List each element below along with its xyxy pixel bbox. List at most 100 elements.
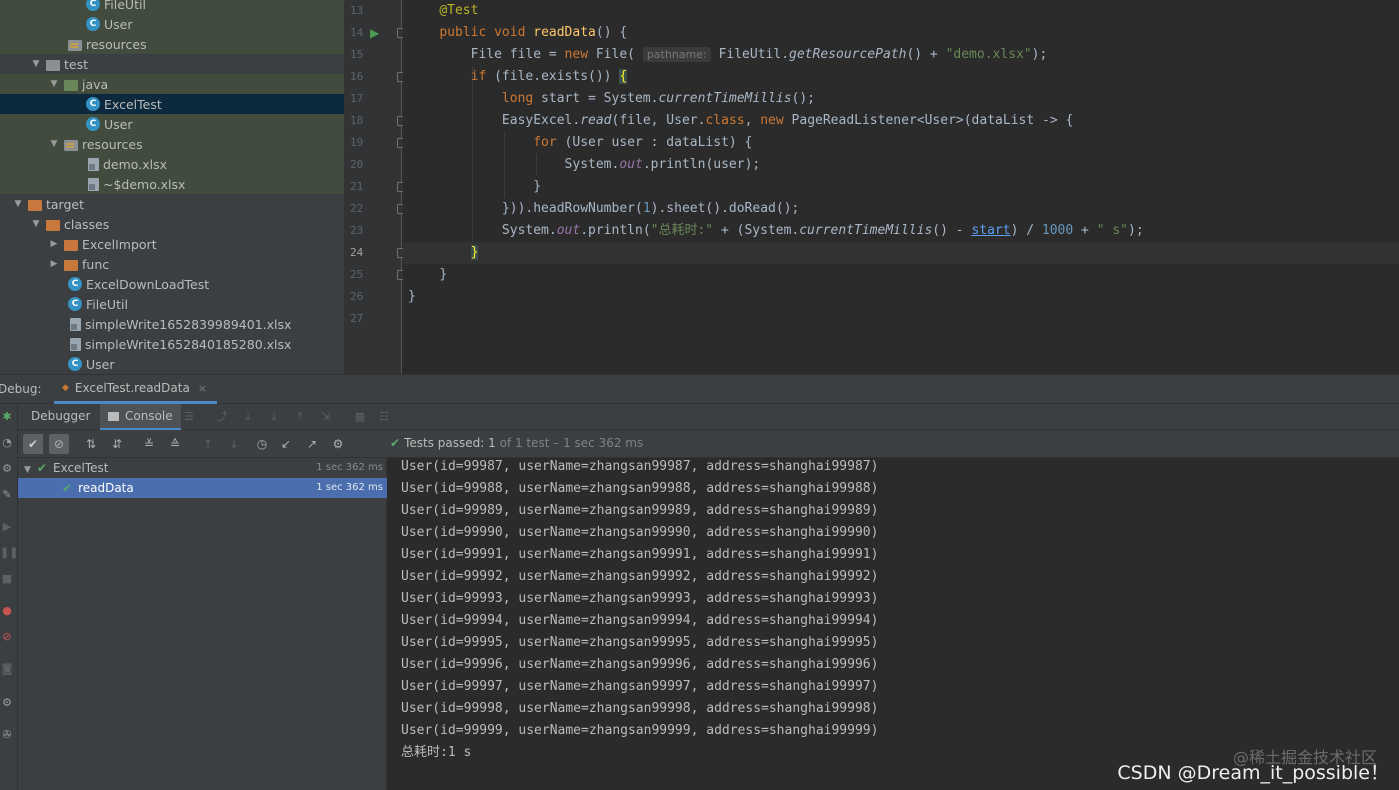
console-line: User(id=99990, userName=zhangsan99990, a… [401,525,879,540]
file-icon [70,317,81,331]
restart-icon[interactable]: ◔ [0,436,14,450]
chevron-down-icon[interactable]: ▼ [48,139,60,149]
settings-gear-icon[interactable]: ⚙ [328,434,348,454]
tree-item-classes[interactable]: ▼ classes [0,214,344,234]
show-ignored-toggle[interactable]: ⊘ [49,434,69,454]
tree-item-test-resources[interactable]: ▼ resources [0,134,344,154]
step-over-icon[interactable]: ⤓ [240,409,256,425]
show-execution-point-icon[interactable]: ⤴ [214,409,230,425]
close-icon[interactable]: × [198,382,207,395]
tree-item-label: resources [86,36,147,52]
tree-item-label: simpleWrite1652839989401.xlsx [85,316,292,332]
tree-item-user-target[interactable]: C User [0,354,344,374]
tree-item-demo-xlsx[interactable]: demo.xlsx [0,154,344,174]
view-breakpoints-icon[interactable]: ● [0,604,14,618]
import-tests-icon[interactable]: ↙ [276,434,296,454]
line-number: 17 [350,92,364,105]
test-node-readdata[interactable]: ✔ readData 1 sec 362 ms [18,478,387,498]
pin-icon[interactable]: ✇ [0,728,14,742]
chevron-down-icon[interactable]: ▼ [30,59,42,69]
tree-item-exceldownloadtest[interactable]: C ExcelDownLoadTest [0,274,344,294]
step-into-icon[interactable]: ⤓ [266,409,282,425]
tab-debug-session[interactable]: ◆ ExcelTest.readData × [54,375,218,404]
tree-item-target[interactable]: ▼ target [0,194,344,214]
wrench-icon[interactable]: ✎ [0,488,14,502]
tree-item-simplewrite-1[interactable]: simpleWrite1652839989401.xlsx [0,314,344,334]
code-line-22: })).headRowNumber(1).sheet().doRead(); [501,201,800,216]
folder-icon [64,239,78,251]
tree-item-java[interactable]: ▼ java [0,74,344,94]
settings-icon[interactable]: ⚙ [0,462,14,476]
resources-folder-icon [68,39,82,51]
mute-breakpoints-icon[interactable]: ⊘ [0,630,14,644]
collapse-all-icon[interactable]: ≙ [165,434,185,454]
tree-item-test[interactable]: ▼ test [0,54,344,74]
sort-alphabetically-icon[interactable]: ⇅ [81,434,101,454]
debug-label: Debug: [0,382,42,396]
tree-item-label: simpleWrite1652840185280.xlsx [85,336,292,352]
test-node-exceltest[interactable]: ▼ ✔ ExcelTest 1 sec 362 ms [18,458,387,478]
tree-item-fileutil-target[interactable]: C FileUtil [0,294,344,314]
tree-item-func[interactable]: ▶ func [0,254,344,274]
console-output[interactable]: User(id=99987, userName=zhangsan99987, a… [388,458,1399,790]
stop-icon[interactable]: ■ [0,572,14,586]
tree-item-simplewrite-2[interactable]: simpleWrite1652840185280.xlsx [0,334,344,354]
code-editor[interactable]: @Test public void readData() { File file… [403,0,1399,374]
chevron-down-icon[interactable]: ▼ [48,79,60,89]
pause-icon[interactable]: ❚❚ [0,546,18,560]
tree-item-fileutil[interactable]: C FileUtil [0,0,344,14]
file-icon [88,177,99,191]
code-line-13: @Test [439,3,479,18]
tree-item-label: User [104,116,133,132]
class-icon: C [68,277,82,291]
run-config-icon: ◆ [62,383,69,393]
debugger-console-tabs: Debugger Console ☰ ⤴ ⤓ ⤓ ⤒ ⇲ ▦ ☷ [18,404,1399,430]
expand-all-icon[interactable]: ≚ [139,434,159,454]
tree-item-label: test [64,56,89,72]
chevron-down-icon[interactable]: ▼ [12,199,24,209]
sort-by-duration-icon[interactable]: ⇵ [107,434,127,454]
tree-item-resources[interactable]: resources [0,34,344,54]
tree-item-excelimport[interactable]: ▶ ExcelImport [0,234,344,254]
current-line-highlight [403,242,1399,264]
folder-icon [46,219,60,231]
menu-icon[interactable]: ☰ [181,409,197,425]
test-history-icon[interactable]: ◷ [252,434,272,454]
next-failed-icon[interactable]: ↓ [224,434,244,454]
file-icon [88,157,99,171]
code-line-25: } [439,267,448,282]
chevron-down-icon[interactable]: ▼ [24,465,31,475]
tab-console[interactable]: Console [100,404,181,430]
run-to-cursor-icon[interactable]: ⇲ [318,409,334,425]
tests-passed-status: ✔ Tests passed: 1 of 1 test – 1 sec 362 m… [390,436,644,450]
tree-item-label: func [82,256,110,272]
export-tests-icon[interactable]: ↗ [302,434,322,454]
tree-item-exceltest[interactable]: C ExcelTest [0,94,344,114]
chevron-right-icon[interactable]: ▶ [48,239,60,249]
gear-icon[interactable]: ⚙ [0,696,14,710]
show-passed-toggle[interactable]: ✔ [23,434,43,454]
chevron-right-icon[interactable]: ▶ [48,259,60,269]
chevron-down-icon[interactable]: ▼ [30,219,42,229]
class-icon: C [86,17,100,31]
console-line: User(id=99999, userName=zhangsan99999, a… [401,723,879,738]
tree-item-temp-demo-xlsx[interactable]: ~$demo.xlsx [0,174,344,194]
tree-item-user-test[interactable]: C User [0,114,344,134]
tree-item-label: ExcelDownLoadTest [86,276,210,292]
previous-failed-icon[interactable]: ↑ [198,434,218,454]
code-line-20: System.out.println(user); [564,157,761,172]
tree-item-label: classes [64,216,110,232]
evaluate-icon[interactable]: ▦ [352,409,368,425]
run-test-icon[interactable]: ▶ [370,26,384,40]
trace-icon[interactable]: ☷ [376,409,392,425]
line-number: 26 [350,290,364,303]
resume-icon[interactable]: ▶ [0,520,14,534]
tab-debugger[interactable]: Debugger [23,404,98,430]
console-line: User(id=99987, userName=zhangsan99987, a… [401,459,879,474]
tree-item-user[interactable]: C User [0,14,344,34]
camera-icon[interactable]: ◙ [0,662,14,676]
code-line-15: File file = new File( pathname: FileUtil… [470,47,1048,62]
folder-icon [28,199,42,211]
rerun-icon[interactable]: ✱ [0,410,14,424]
step-out-icon[interactable]: ⤒ [292,409,308,425]
